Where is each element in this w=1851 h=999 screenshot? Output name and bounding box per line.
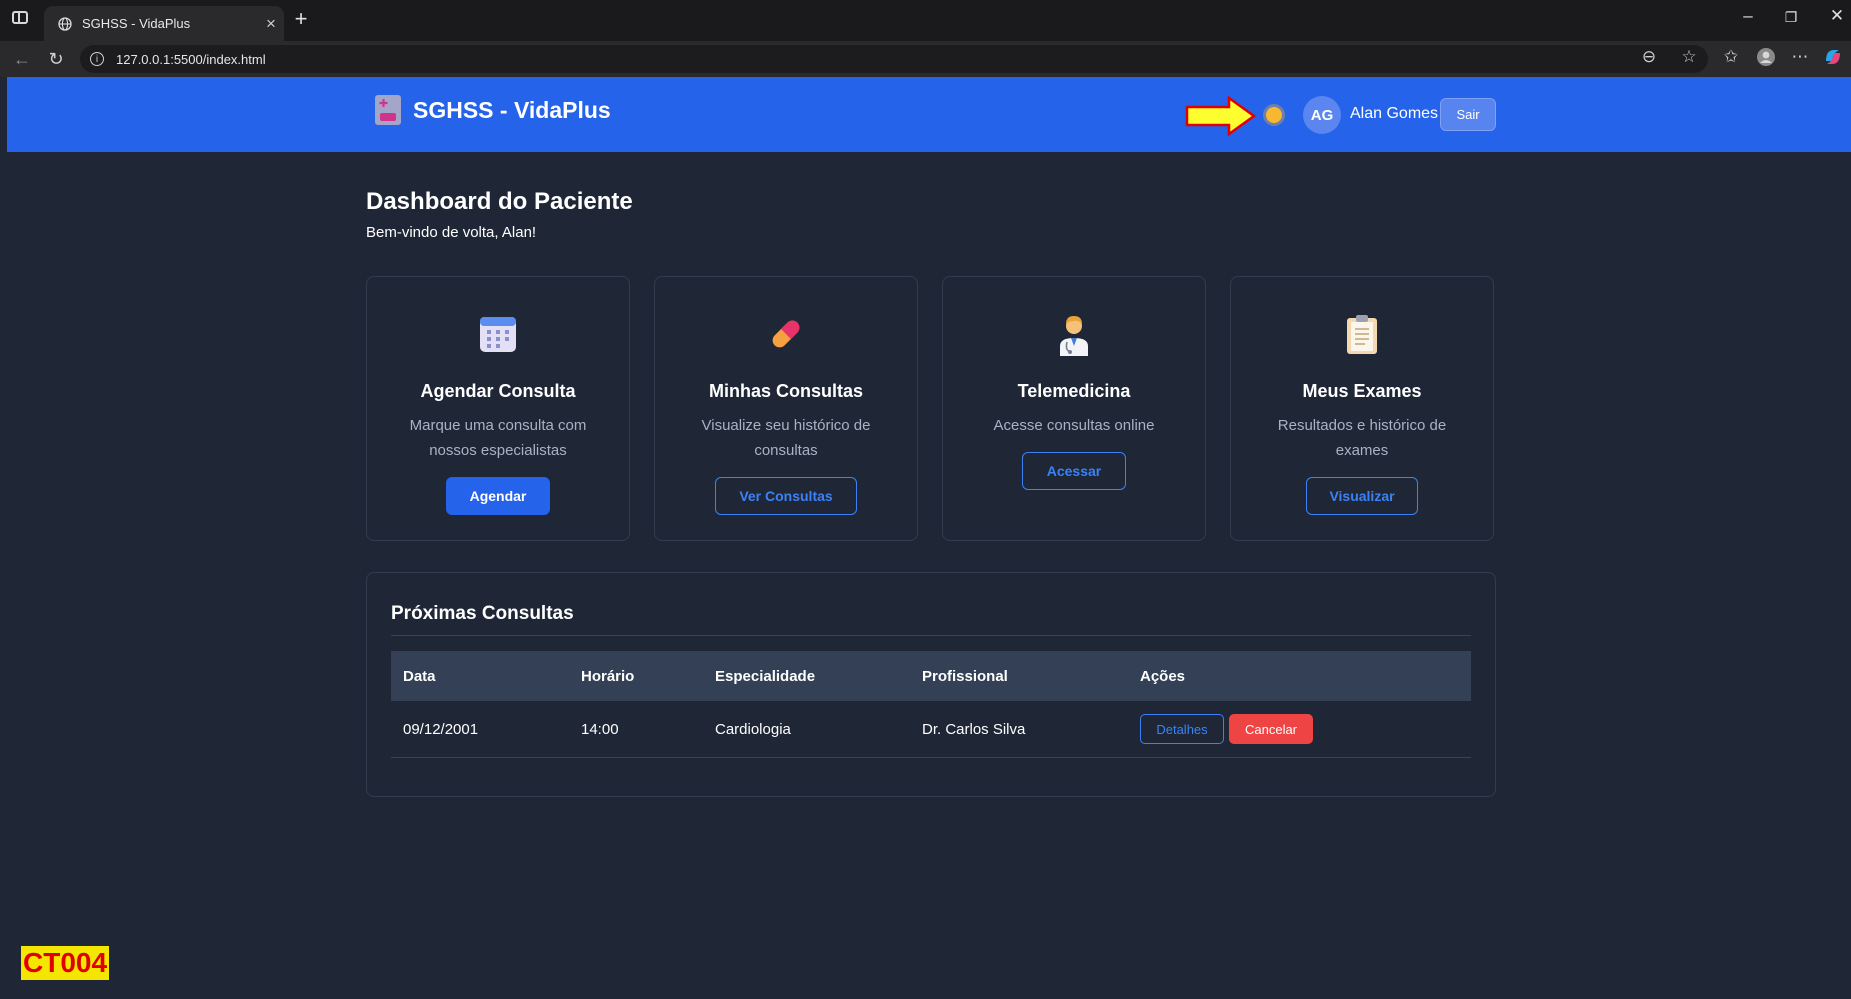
- card-description: Visualize seu histórico de consultas: [701, 417, 871, 459]
- sidebar-toggle-icon[interactable]: [12, 11, 28, 24]
- cell-date: 09/12/2001: [403, 720, 479, 738]
- favorite-star-icon[interactable]: ☆: [1676, 47, 1702, 67]
- card-description: Acesse consultas online: [993, 417, 1155, 434]
- tab-title: SGHSS - VidaPlus: [82, 16, 191, 31]
- column-header: Profissional: [922, 667, 1008, 685]
- favorites-icon[interactable]: ✩: [1718, 47, 1744, 67]
- card-description: Marque uma consulta com nossos especiali…: [409, 417, 587, 459]
- page-title: Dashboard do Paciente: [366, 188, 633, 215]
- card-minhas-consultas: Minhas Consultas Visualize seu histórico…: [654, 276, 918, 541]
- minimize-icon[interactable]: –: [1734, 6, 1762, 26]
- divider: [391, 635, 1471, 636]
- ver-consultas-button[interactable]: Ver Consultas: [715, 477, 857, 515]
- card-meus-exames: Meus Exames Resultados e histórico de ex…: [1230, 276, 1494, 541]
- browser-tabbar: SGHSS - VidaPlus × + – ❐ ✕: [0, 0, 1851, 41]
- column-header: Horário: [581, 667, 635, 685]
- annotation-arrow-icon: [1185, 96, 1257, 136]
- restore-icon[interactable]: ❐: [1777, 9, 1805, 26]
- table-row: 09/12/2001 14:00 Cardiologia Dr. Carlos …: [391, 701, 1471, 758]
- column-header: Especialidade: [715, 667, 816, 685]
- brand-title: SGHSS - VidaPlus: [413, 96, 611, 123]
- clipboard-icon: [1231, 312, 1493, 356]
- card-title: Meus Exames: [1302, 381, 1422, 401]
- upcoming-appointments-panel: Próximas Consultas Data Horário Especial…: [366, 572, 1496, 797]
- column-header: Ações: [1140, 667, 1186, 685]
- back-icon[interactable]: ←: [8, 47, 36, 71]
- address-bar-row: ← ↻ i 127.0.0.1:5500/index.html ⊖ ☆ ✩ ⋯: [0, 41, 1851, 77]
- reader-mode-icon[interactable]: ⊖: [1636, 47, 1662, 67]
- site-info-icon[interactable]: i: [90, 52, 104, 66]
- profile-icon[interactable]: [1753, 47, 1779, 72]
- table-header: Data Horário Especialidade Profissional …: [391, 651, 1471, 701]
- card-agendar-consulta: Agendar Consulta Marque uma consulta com…: [366, 276, 630, 541]
- cancel-button[interactable]: Cancelar: [1229, 714, 1313, 744]
- copilot-icon[interactable]: [1820, 47, 1846, 72]
- theme-toggle-sun-icon[interactable]: [1266, 107, 1282, 123]
- address-bar[interactable]: i 127.0.0.1:5500/index.html: [80, 45, 1708, 73]
- visualizar-button[interactable]: Visualizar: [1306, 477, 1418, 515]
- new-tab-icon[interactable]: +: [286, 6, 316, 32]
- cell-actions: Detalhes Cancelar: [1140, 701, 1313, 757]
- card-description: Resultados e histórico de exames: [1277, 417, 1447, 459]
- page-subtitle: Bem-vindo de volta, Alan!: [366, 224, 537, 241]
- logout-button[interactable]: Sair: [1440, 98, 1496, 131]
- browser-tab[interactable]: SGHSS - VidaPlus ×: [44, 6, 284, 41]
- app-header: SGHSS - VidaPlus: [7, 77, 1851, 152]
- cell-specialty: Cardiologia: [715, 720, 791, 738]
- panel-title: Próximas Consultas: [391, 603, 574, 624]
- url-text: 127.0.0.1:5500/index.html: [116, 51, 266, 67]
- test-case-tag: CT004: [21, 946, 110, 980]
- column-header: Data: [403, 667, 436, 685]
- close-tab-icon[interactable]: ×: [258, 14, 284, 34]
- card-telemedicina: Telemedicina Acesse consultas online Ace…: [942, 276, 1206, 541]
- reload-icon[interactable]: ↻: [42, 47, 70, 71]
- pill-icon: [655, 312, 917, 356]
- avatar[interactable]: AG: [1303, 96, 1341, 134]
- card-title: Minhas Consultas: [708, 381, 864, 401]
- hospital-icon: [375, 95, 401, 125]
- doctor-icon: [943, 312, 1205, 356]
- card-title: Telemedicina: [1017, 381, 1131, 401]
- cell-time: 14:00: [581, 720, 619, 738]
- user-name: Alan Gomes: [1350, 105, 1439, 122]
- card-title: Agendar Consulta: [420, 381, 576, 401]
- agendar-button[interactable]: Agendar: [446, 477, 550, 515]
- brand[interactable]: SGHSS - VidaPlus: [375, 95, 611, 125]
- globe-icon: [54, 16, 76, 31]
- calendar-icon: [367, 312, 629, 356]
- more-menu-icon[interactable]: ⋯: [1787, 47, 1813, 67]
- acessar-button[interactable]: Acessar: [1022, 452, 1126, 490]
- details-button[interactable]: Detalhes: [1140, 714, 1224, 744]
- close-window-icon[interactable]: ✕: [1823, 6, 1851, 26]
- cell-professional: Dr. Carlos Silva: [922, 720, 1026, 738]
